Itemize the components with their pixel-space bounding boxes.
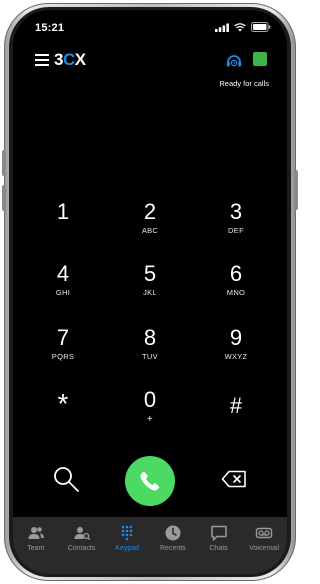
- presence-status-indicator[interactable]: [253, 52, 267, 66]
- phone-screen: 15:21 3CX Ready for calls 1 2 ABC 3 DEF …: [13, 10, 287, 574]
- key-4[interactable]: 4 GHI: [33, 262, 93, 298]
- status-time: 15:21: [35, 22, 65, 34]
- voicemail-icon: [255, 527, 273, 539]
- key-7[interactable]: 7 PQRS: [33, 326, 93, 362]
- tab-voicemail[interactable]: Voicemail: [241, 517, 287, 574]
- team-icon: [28, 527, 44, 539]
- clock-icon: [165, 525, 181, 541]
- app-logo: 3CX: [54, 50, 86, 69]
- volume-button: [2, 185, 6, 211]
- tab-chats[interactable]: Chats: [196, 517, 242, 574]
- chat-icon: [210, 525, 227, 541]
- tab-team[interactable]: Team: [13, 517, 59, 574]
- power-button: [294, 170, 298, 210]
- headset-clock-icon[interactable]: [225, 52, 243, 70]
- signal-icon: [215, 23, 229, 32]
- search-icon[interactable]: [51, 464, 83, 496]
- tab-bar: Team Contacts Keypad Recents Chats Voice…: [13, 517, 287, 574]
- key-hash[interactable]: #: [206, 394, 266, 420]
- status-icons: [215, 22, 271, 32]
- tab-contacts[interactable]: Contacts: [59, 517, 105, 574]
- battery-icon: [251, 22, 271, 32]
- key-8[interactable]: 8 TUV: [120, 326, 180, 362]
- key-9[interactable]: 9 WXYZ: [206, 326, 266, 362]
- backspace-icon[interactable]: [221, 470, 247, 488]
- key-3[interactable]: 3 DEF: [206, 200, 266, 236]
- tab-recents[interactable]: Recents: [150, 517, 196, 574]
- wifi-icon: [234, 22, 246, 32]
- key-6[interactable]: 6 MNO: [206, 262, 266, 298]
- menu-icon[interactable]: [35, 54, 49, 66]
- key-1[interactable]: 1: [33, 200, 93, 226]
- key-0[interactable]: 0 +: [120, 388, 180, 426]
- keypad-icon: [121, 525, 133, 541]
- key-5[interactable]: 5 JKL: [120, 262, 180, 298]
- key-star[interactable]: *: [33, 390, 93, 418]
- tab-keypad[interactable]: Keypad: [104, 517, 150, 574]
- contacts-icon: [74, 527, 90, 541]
- volume-button: [2, 150, 6, 176]
- key-2[interactable]: 2 ABC: [120, 200, 180, 236]
- call-button[interactable]: [125, 456, 175, 506]
- phone-icon: [140, 471, 160, 491]
- status-text: Ready for calls: [219, 79, 269, 88]
